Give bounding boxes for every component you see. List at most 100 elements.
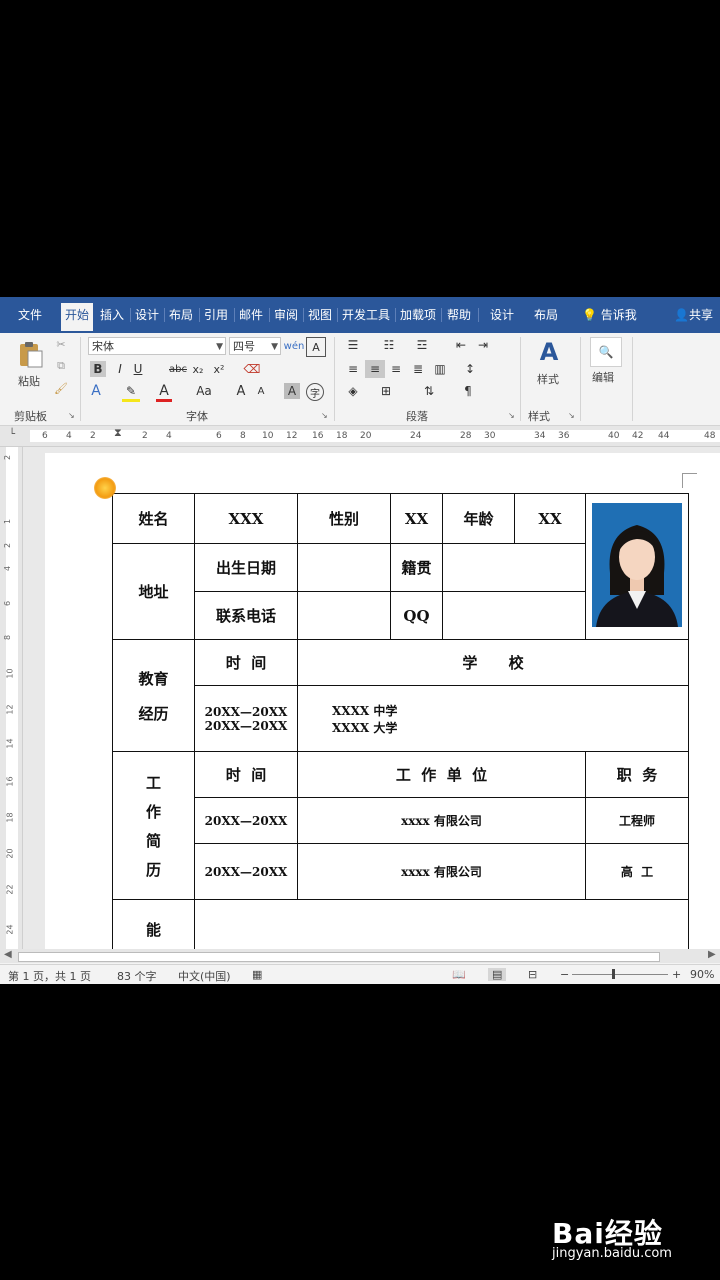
cell-address-label[interactable]: 地址 xyxy=(112,543,195,640)
superscript-button[interactable]: x² xyxy=(211,361,227,377)
cell-age-value[interactable]: XX xyxy=(514,493,586,544)
font-name-select[interactable]: 宋体 ▼ xyxy=(88,337,226,355)
word-count[interactable]: 83 个字 xyxy=(117,968,157,984)
cell-work-label[interactable]: 工 作 简 历 xyxy=(112,751,195,900)
read-mode-icon[interactable]: 📖 xyxy=(452,968,466,981)
tab-home[interactable]: 开始 xyxy=(61,303,94,331)
cell-edu-time-header[interactable]: 时 间 xyxy=(194,639,298,686)
distributed-icon[interactable]: ▥ xyxy=(432,361,448,377)
strikethrough-button[interactable]: abc xyxy=(168,361,188,377)
styles-gallery-icon[interactable]: A xyxy=(530,337,568,367)
subscript-button[interactable]: x₂ xyxy=(190,361,206,377)
numbering-icon[interactable]: ☷ xyxy=(381,337,397,353)
scroll-right-icon[interactable]: ▶ xyxy=(708,949,716,960)
cell-edu-times[interactable]: 20XX—20XX 20XX—20XX xyxy=(194,685,298,752)
tab-developer[interactable]: 开发工具 xyxy=(342,306,390,323)
align-right-icon[interactable]: ≡ xyxy=(388,361,404,377)
web-layout-icon[interactable]: ⊟ xyxy=(528,968,537,981)
font-color-icon[interactable]: A xyxy=(156,383,172,402)
cell-qq-label[interactable]: QQ xyxy=(390,591,443,640)
cell-gender-value[interactable]: XX xyxy=(390,493,443,544)
cell-edu-schools[interactable]: XXXX 中学 XXXX 大学 xyxy=(297,685,689,752)
highlight-color-icon[interactable]: ✎ xyxy=(122,383,140,402)
share-button[interactable]: 👤共享 xyxy=(674,306,713,323)
resume-table[interactable]: 姓名 XXX 性别 XX 年龄 XX 地址 出生日期 籍贯 联系电话 QQ 教育… xyxy=(112,493,689,949)
increase-indent-icon[interactable]: ⇥ xyxy=(475,337,491,353)
tab-file[interactable]: 文件 xyxy=(18,306,42,323)
vertical-ruler[interactable]: 2 1 2 4 6 8 10 12 14 16 18 20 22 24 xyxy=(0,447,23,949)
cell-native-label[interactable]: 籍贯 xyxy=(390,543,443,592)
cell-name-value[interactable]: XXX xyxy=(194,493,298,544)
enclose-char-icon[interactable]: 字 xyxy=(306,383,324,401)
zoom-level[interactable]: 90% xyxy=(690,968,714,981)
shrink-font-icon[interactable]: A xyxy=(254,383,268,399)
text-effects-icon[interactable]: A xyxy=(88,383,104,399)
cell-education-label[interactable]: 教育 经历 xyxy=(112,639,195,752)
tab-mailings[interactable]: 邮件 xyxy=(239,306,263,323)
cell-work-role-header[interactable]: 职 务 xyxy=(585,751,689,798)
dialog-launcher-icon[interactable]: ↘ xyxy=(568,411,575,420)
tab-view[interactable]: 视图 xyxy=(308,306,332,323)
cell-edu-school-header[interactable]: 学 校 xyxy=(297,639,689,686)
align-left-icon[interactable]: ≡ xyxy=(345,361,361,377)
tab-help[interactable]: 帮助 xyxy=(447,306,471,323)
cell-name-label[interactable]: 姓名 xyxy=(112,493,195,544)
tab-insert[interactable]: 插入 xyxy=(100,306,124,323)
change-case-icon[interactable]: Aa xyxy=(190,383,218,399)
zoom-out-icon[interactable]: − xyxy=(560,968,569,981)
cell-work-unit[interactable]: xxxx 有限公司 xyxy=(297,797,586,844)
cell-birth-label[interactable]: 出生日期 xyxy=(194,543,298,592)
tab-table-layout[interactable]: 布局 xyxy=(534,306,558,323)
paste-button[interactable] xyxy=(12,339,48,371)
accessibility-icon[interactable]: ▦ xyxy=(252,968,262,981)
shading-icon[interactable]: ◈ xyxy=(345,383,361,399)
horizontal-ruler[interactable]: └ 6 4 2 2 4 6 8 10 12 16 18 20 24 28 30 … xyxy=(0,426,720,447)
dialog-launcher-icon[interactable]: ↘ xyxy=(321,411,328,420)
font-size-select[interactable]: 四号 ▼ xyxy=(229,337,281,355)
page-count[interactable]: 第 1 页，共 1 页 xyxy=(8,968,91,984)
tab-references[interactable]: 引用 xyxy=(204,306,228,323)
tab-design[interactable]: 设计 xyxy=(135,306,159,323)
dialog-launcher-icon[interactable]: ↘ xyxy=(68,411,75,420)
zoom-slider[interactable] xyxy=(572,974,668,975)
tab-addins[interactable]: 加载项 xyxy=(400,306,436,323)
bullets-icon[interactable]: ☰ xyxy=(345,337,361,353)
scroll-left-icon[interactable]: ◀ xyxy=(4,949,12,960)
copy-icon[interactable]: ⧉ xyxy=(54,359,68,373)
show-marks-icon[interactable]: ¶ xyxy=(460,383,476,399)
zoom-in-icon[interactable]: + xyxy=(672,968,681,981)
cell-work-role[interactable]: 工程师 xyxy=(585,797,689,844)
cell-native-value[interactable] xyxy=(442,543,586,592)
horizontal-scrollbar[interactable]: ◀ ▶ xyxy=(0,949,720,963)
phonetic-guide-icon[interactable]: wén xyxy=(284,337,305,355)
char-shading-icon[interactable]: A xyxy=(284,383,300,399)
cell-work-time[interactable]: 20XX—20XX xyxy=(194,797,298,844)
cell-phone-value[interactable] xyxy=(297,591,391,640)
cut-icon[interactable]: ✂ xyxy=(54,337,68,351)
cell-phone-label[interactable]: 联系电话 xyxy=(194,591,298,640)
align-center-icon[interactable]: ≡ xyxy=(365,360,385,378)
sort-icon[interactable]: ⇅ xyxy=(421,383,437,399)
bold-button[interactable]: B xyxy=(90,361,106,377)
clear-format-icon[interactable]: ⌫ xyxy=(244,361,261,377)
justify-icon[interactable]: ≣ xyxy=(410,361,426,377)
language-indicator[interactable]: 中文(中国) xyxy=(178,968,231,984)
dialog-launcher-icon[interactable]: ↘ xyxy=(508,411,515,420)
cell-age-label[interactable]: 年龄 xyxy=(442,493,515,544)
print-layout-icon[interactable]: ▤ xyxy=(488,968,507,981)
cell-qq-value[interactable] xyxy=(442,591,586,640)
multilevel-list-icon[interactable]: ☲ xyxy=(414,337,430,353)
search-icon[interactable]: 🔍 xyxy=(590,337,622,367)
char-border-icon[interactable]: A xyxy=(306,337,326,357)
ruler-corner-icon[interactable]: └ xyxy=(9,429,15,440)
borders-icon[interactable]: ⊞ xyxy=(378,383,394,399)
cell-work-unit[interactable]: xxxx 有限公司 xyxy=(297,843,586,900)
cell-birth-value[interactable] xyxy=(297,543,391,592)
cell-skill-label[interactable]: 能 xyxy=(112,899,195,949)
zoom-slider-thumb[interactable] xyxy=(612,969,615,979)
tab-review[interactable]: 审阅 xyxy=(274,306,298,323)
cell-gender-label[interactable]: 性别 xyxy=(297,493,391,544)
line-spacing-icon[interactable]: ↕ xyxy=(462,361,478,377)
document-page[interactable]: 姓名 XXX 性别 XX 年龄 XX 地址 出生日期 籍贯 联系电话 QQ 教育… xyxy=(45,453,720,949)
cell-photo[interactable] xyxy=(585,493,689,640)
